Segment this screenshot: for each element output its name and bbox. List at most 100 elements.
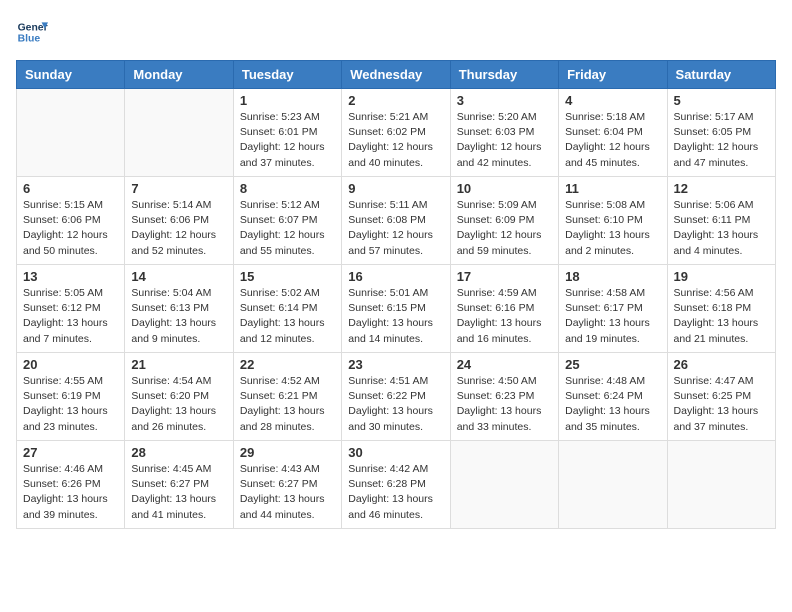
day-info: Sunrise: 5:20 AM Sunset: 6:03 PM Dayligh… — [457, 110, 552, 171]
day-number: 22 — [240, 357, 335, 372]
day-cell: 11Sunrise: 5:08 AM Sunset: 6:10 PM Dayli… — [559, 177, 667, 265]
header-monday: Monday — [125, 61, 233, 89]
day-info: Sunrise: 4:43 AM Sunset: 6:27 PM Dayligh… — [240, 462, 335, 523]
day-info: Sunrise: 5:23 AM Sunset: 6:01 PM Dayligh… — [240, 110, 335, 171]
day-number: 20 — [23, 357, 118, 372]
day-info: Sunrise: 5:04 AM Sunset: 6:13 PM Dayligh… — [131, 286, 226, 347]
day-cell: 30Sunrise: 4:42 AM Sunset: 6:28 PM Dayli… — [342, 441, 450, 529]
day-info: Sunrise: 5:05 AM Sunset: 6:12 PM Dayligh… — [23, 286, 118, 347]
day-cell: 24 Sunrise: 4:50 AM Sunset: 6:23 PM Dayli… — [450, 353, 558, 441]
day-info: Sunrise: 4:54 AM Sunset: 6:20 PM Dayligh… — [131, 374, 226, 435]
day-cell: 6 Sunrise: 5:15 AM Sunset: 6:06 PM Daylig… — [17, 177, 125, 265]
day-info: Sunrise: 5:09 AM Sunset: 6:09 PM Dayligh… — [457, 198, 552, 259]
day-cell: 27 Sunrise: 4:46 AM Sunset: 6:26 PM Dayli… — [17, 441, 125, 529]
day-cell: 16 Sunrise: 5:01 AM Sunset: 6:15 PM Dayli… — [342, 265, 450, 353]
day-number: 26 — [674, 357, 769, 372]
day-info: Sunrise: 4:46 AM Sunset: 6:26 PM Dayligh… — [23, 462, 118, 523]
day-number: 28 — [131, 445, 226, 460]
day-info: Sunrise: 5:11 AM Sunset: 6:08 PM Dayligh… — [348, 198, 443, 259]
day-cell: 13 Sunrise: 5:05 AM Sunset: 6:12 PM Dayli… — [17, 265, 125, 353]
day-cell — [667, 441, 775, 529]
day-cell: 25 Sunrise: 4:48 AM Sunset: 6:24 PM Dayli… — [559, 353, 667, 441]
day-number: 2 — [348, 93, 443, 108]
day-info: Sunrise: 4:58 AM Sunset: 6:17 PM Dayligh… — [565, 286, 660, 347]
day-info: Sunrise: 5:14 AM Sunset: 6:06 PM Dayligh… — [131, 198, 226, 259]
day-cell — [559, 441, 667, 529]
day-cell: 2 Sunrise: 5:21 AM Sunset: 6:02 PM Daylig… — [342, 89, 450, 177]
header-wednesday: Wednesday — [342, 61, 450, 89]
day-cell: 10 Sunrise: 5:09 AM Sunset: 6:09 PM Dayli… — [450, 177, 558, 265]
day-number: 21 — [131, 357, 226, 372]
day-cell: 20Sunrise: 4:55 AM Sunset: 6:19 PM Dayli… — [17, 353, 125, 441]
day-info: Sunrise: 4:45 AM Sunset: 6:27 PM Dayligh… — [131, 462, 226, 523]
day-cell: 15 Sunrise: 5:02 AM Sunset: 6:14 PM Dayli… — [233, 265, 341, 353]
day-cell: 21 Sunrise: 4:54 AM Sunset: 6:20 PM Dayli… — [125, 353, 233, 441]
day-info: Sunrise: 4:42 AM Sunset: 6:28 PM Dayligh… — [348, 462, 443, 523]
day-info: Sunrise: 4:59 AM Sunset: 6:16 PM Dayligh… — [457, 286, 552, 347]
day-cell: 9 Sunrise: 5:11 AM Sunset: 6:08 PM Daylig… — [342, 177, 450, 265]
header-friday: Friday — [559, 61, 667, 89]
day-number: 10 — [457, 181, 552, 196]
week-row-5: 27 Sunrise: 4:46 AM Sunset: 6:26 PM Dayli… — [17, 441, 776, 529]
day-cell: 17 Sunrise: 4:59 AM Sunset: 6:16 PM Dayli… — [450, 265, 558, 353]
day-number: 7 — [131, 181, 226, 196]
day-number: 11 — [565, 181, 660, 196]
day-cell — [17, 89, 125, 177]
day-info: Sunrise: 5:06 AM Sunset: 6:11 PM Dayligh… — [674, 198, 769, 259]
day-cell: 14 Sunrise: 5:04 AM Sunset: 6:13 PM Dayli… — [125, 265, 233, 353]
day-info: Sunrise: 5:18 AM Sunset: 6:04 PM Dayligh… — [565, 110, 660, 171]
day-cell: 7 Sunrise: 5:14 AM Sunset: 6:06 PM Daylig… — [125, 177, 233, 265]
calendar-table: Sunday Monday Tuesday Wednesday Thursday… — [16, 60, 776, 529]
day-info: Sunrise: 4:50 AM Sunset: 6:23 PM Dayligh… — [457, 374, 552, 435]
day-number: 17 — [457, 269, 552, 284]
day-number: 6 — [23, 181, 118, 196]
header-sunday: Sunday — [17, 61, 125, 89]
day-number: 12 — [674, 181, 769, 196]
day-cell: 28 Sunrise: 4:45 AM Sunset: 6:27 PM Dayli… — [125, 441, 233, 529]
day-cell: 23 Sunrise: 4:51 AM Sunset: 6:22 PM Dayli… — [342, 353, 450, 441]
day-number: 4 — [565, 93, 660, 108]
day-number: 18 — [565, 269, 660, 284]
day-number: 25 — [565, 357, 660, 372]
day-number: 15 — [240, 269, 335, 284]
day-number: 3 — [457, 93, 552, 108]
day-number: 23 — [348, 357, 443, 372]
day-cell: 12 Sunrise: 5:06 AM Sunset: 6:11 PM Dayli… — [667, 177, 775, 265]
day-info: Sunrise: 5:15 AM Sunset: 6:06 PM Dayligh… — [23, 198, 118, 259]
day-info: Sunrise: 5:02 AM Sunset: 6:14 PM Dayligh… — [240, 286, 335, 347]
week-row-2: 6 Sunrise: 5:15 AM Sunset: 6:06 PM Daylig… — [17, 177, 776, 265]
day-info: Sunrise: 5:01 AM Sunset: 6:15 PM Dayligh… — [348, 286, 443, 347]
day-number: 9 — [348, 181, 443, 196]
day-cell — [450, 441, 558, 529]
day-number: 29 — [240, 445, 335, 460]
day-info: Sunrise: 4:48 AM Sunset: 6:24 PM Dayligh… — [565, 374, 660, 435]
day-cell: 8Sunrise: 5:12 AM Sunset: 6:07 PM Daylig… — [233, 177, 341, 265]
page-header: General Blue — [16, 16, 776, 48]
day-number: 27 — [23, 445, 118, 460]
day-cell: 18 Sunrise: 4:58 AM Sunset: 6:17 PM Dayli… — [559, 265, 667, 353]
day-cell: 29 Sunrise: 4:43 AM Sunset: 6:27 PM Dayli… — [233, 441, 341, 529]
day-number: 5 — [674, 93, 769, 108]
day-number: 14 — [131, 269, 226, 284]
day-cell — [125, 89, 233, 177]
day-number: 24 — [457, 357, 552, 372]
day-cell: 5 Sunrise: 5:17 AM Sunset: 6:05 PM Daylig… — [667, 89, 775, 177]
day-cell: 4 Sunrise: 5:18 AM Sunset: 6:04 PM Daylig… — [559, 89, 667, 177]
week-row-3: 13 Sunrise: 5:05 AM Sunset: 6:12 PM Dayli… — [17, 265, 776, 353]
header-tuesday: Tuesday — [233, 61, 341, 89]
day-number: 13 — [23, 269, 118, 284]
day-number: 1 — [240, 93, 335, 108]
day-info: Sunrise: 4:52 AM Sunset: 6:21 PM Dayligh… — [240, 374, 335, 435]
svg-text:Blue: Blue — [18, 34, 41, 45]
day-number: 16 — [348, 269, 443, 284]
day-info: Sunrise: 5:17 AM Sunset: 6:05 PM Dayligh… — [674, 110, 769, 171]
day-number: 19 — [674, 269, 769, 284]
day-cell: 3 Sunrise: 5:20 AM Sunset: 6:03 PM Daylig… — [450, 89, 558, 177]
day-info: Sunrise: 5:21 AM Sunset: 6:02 PM Dayligh… — [348, 110, 443, 171]
day-info: Sunrise: 4:51 AM Sunset: 6:22 PM Dayligh… — [348, 374, 443, 435]
day-number: 8 — [240, 181, 335, 196]
day-info: Sunrise: 4:56 AM Sunset: 6:18 PM Dayligh… — [674, 286, 769, 347]
day-cell: 1 Sunrise: 5:23 AM Sunset: 6:01 PM Daylig… — [233, 89, 341, 177]
day-info: Sunrise: 4:47 AM Sunset: 6:25 PM Dayligh… — [674, 374, 769, 435]
day-cell: 19 Sunrise: 4:56 AM Sunset: 6:18 PM Dayli… — [667, 265, 775, 353]
